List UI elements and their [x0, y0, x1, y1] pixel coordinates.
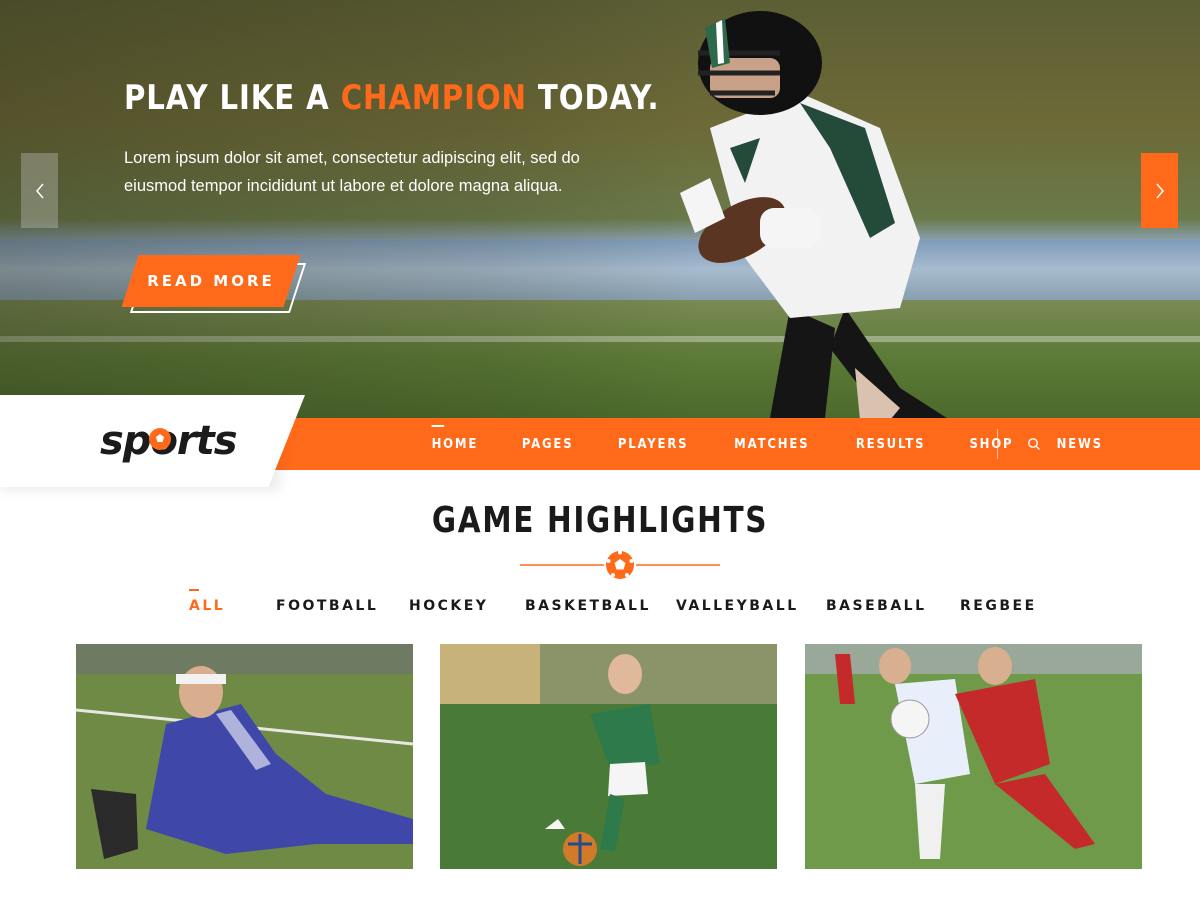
section-title: GAME HIGHLIGHTS: [0, 500, 1200, 541]
read-more-label: READ MORE: [147, 272, 275, 290]
hero-player-image: [680, 11, 950, 420]
search-icon[interactable]: [1026, 436, 1042, 452]
hero-description: Lorem ipsum dolor sit amet, consectetur …: [124, 149, 580, 195]
nav-item-pages[interactable]: PAGES: [522, 437, 574, 452]
chevron-right-icon: [1155, 183, 1164, 198]
gallery-image-soccer-match[interactable]: [805, 644, 1142, 869]
main-nav: HOME PAGES PLAYERS MATCHES RESULTS SHOP …: [410, 418, 1124, 470]
soccer-ball-icon: [149, 428, 171, 450]
nav-item-shop[interactable]: SHOP: [970, 437, 1014, 452]
nav-item-matches[interactable]: MATCHES: [735, 437, 810, 452]
filter-baseball[interactable]: BASEBALL: [826, 598, 927, 614]
hero-slider: PLAY LIKE A CHAMPION TODAY. Lorem ipsum …: [0, 0, 1200, 420]
nav-item-players[interactable]: PLAYERS: [618, 437, 688, 452]
hero-title-accent: CHAMPION: [340, 78, 527, 118]
nav-divider: [997, 429, 998, 459]
section-title-text: GAME HIGHLIGHTS: [431, 500, 769, 541]
nav-item-results[interactable]: RESULTS: [856, 437, 925, 452]
soccer-ball-icon: [606, 550, 634, 579]
nav-item-home[interactable]: HOME: [431, 424, 479, 452]
filter-all[interactable]: ALL: [189, 589, 225, 614]
slider-prev-button[interactable]: [21, 153, 58, 228]
hero-shade: [0, 0, 700, 420]
filter-regbee[interactable]: REGBEE: [960, 598, 1037, 614]
read-more-button[interactable]: READ MORE: [121, 255, 307, 313]
filter-valleyball[interactable]: VALLEYBALL: [676, 598, 799, 614]
hero-title-suffix: TODAY.: [526, 78, 660, 118]
nav-item-news[interactable]: NEWS: [1056, 437, 1102, 452]
gallery-image-boy-kicking-ball[interactable]: [440, 644, 777, 869]
hero-title-prefix: PLAY LIKE A: [124, 78, 341, 118]
chevron-left-icon: [35, 183, 44, 198]
filter-tabs: ALL FOOTBALL HOCKEY BASKETBALL VALLEYBAL…: [0, 589, 1200, 622]
filter-hockey[interactable]: HOCKEY: [409, 598, 488, 614]
slider-next-button[interactable]: [1141, 153, 1178, 228]
filter-basketball[interactable]: BASKETBALL: [525, 598, 651, 614]
gallery-image-stretching-athlete[interactable]: [76, 644, 413, 869]
title-divider: [520, 550, 720, 579]
hero-title: PLAY LIKE A CHAMPION TODAY.: [124, 78, 659, 118]
filter-football[interactable]: FOOTBALL: [276, 598, 378, 614]
